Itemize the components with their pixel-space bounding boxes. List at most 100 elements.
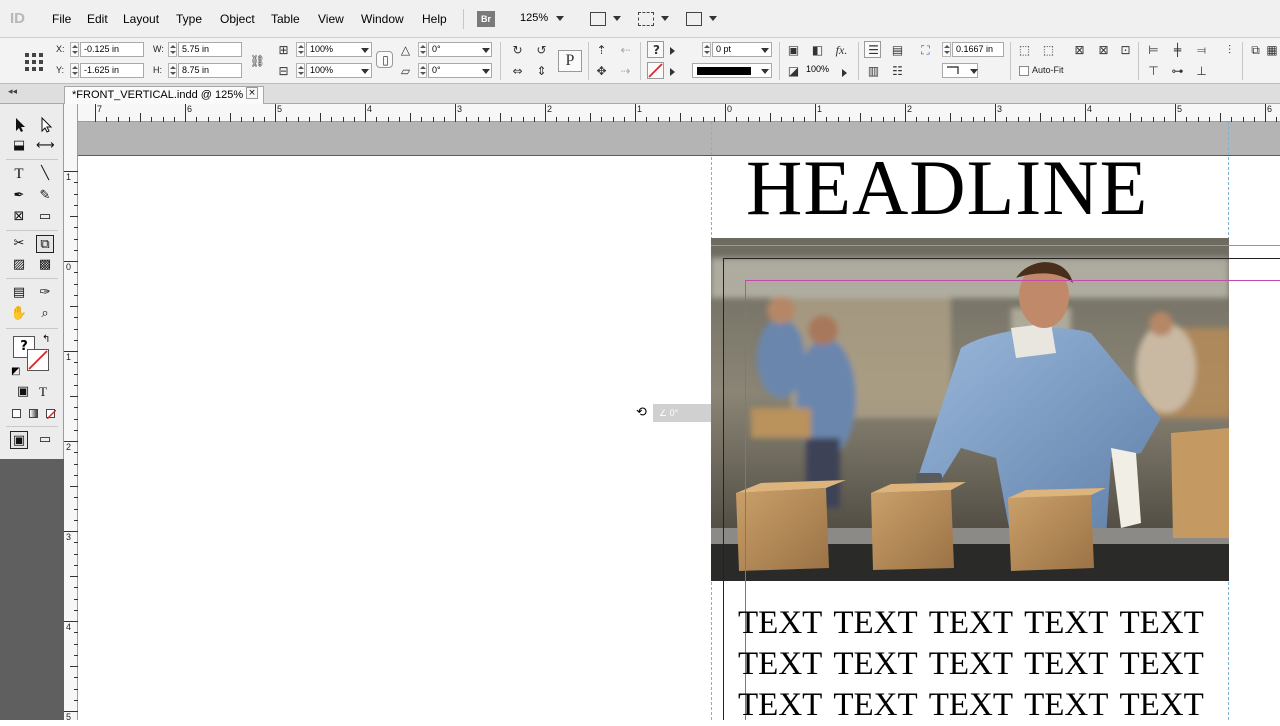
flip-horizontal-icon[interactable]: ⇔ (508, 62, 525, 79)
bridge-button[interactable]: Br (477, 11, 495, 27)
panel-menu-icon[interactable]: ▦ (1264, 41, 1278, 58)
stroke-weight-stepper[interactable] (702, 42, 711, 57)
scissors-icon[interactable]: ✂ (10, 235, 28, 253)
opacity-field[interactable]: 100% (803, 63, 841, 78)
apply-gradient-icon[interactable] (29, 409, 38, 418)
page-tool-icon[interactable]: ⬓ (10, 137, 28, 155)
horizontal-ruler[interactable]: 7 6 5 4 3 2 1 0 1 2 3 4 5 6 (78, 104, 1280, 122)
x-field[interactable]: -0.125 in (80, 42, 144, 57)
arrange-documents-icon[interactable] (686, 12, 702, 26)
w-field[interactable]: 5.75 in (178, 42, 242, 57)
align-left-edges-icon[interactable]: ⊨ (1144, 41, 1161, 58)
type-icon[interactable]: T (10, 165, 28, 183)
rotate-stepper[interactable] (418, 42, 427, 57)
hand-icon[interactable]: ✋ (10, 305, 28, 323)
direct-select-icon[interactable] (36, 116, 54, 134)
align-vertical-centers-icon[interactable]: ⊶ (1168, 62, 1185, 79)
view-options-icon[interactable] (590, 12, 606, 26)
x-stepper[interactable] (70, 42, 79, 57)
shear-stepper[interactable] (418, 63, 427, 78)
eyedropper-icon[interactable]: ✑ (36, 284, 54, 302)
menu-file[interactable]: File (52, 12, 71, 26)
select-container-icon[interactable]: ⇡ (592, 41, 609, 58)
fill-swatch-icon[interactable]: ? (647, 41, 664, 58)
stroke-swatch[interactable] (27, 349, 49, 371)
note-icon[interactable]: ▤ (10, 284, 28, 302)
text-wrap-jump-icon[interactable]: ☷ (888, 62, 905, 79)
zoom-dropdown-icon[interactable] (556, 16, 564, 21)
shear-dropdown-icon[interactable] (482, 69, 490, 74)
align-top-edges-icon[interactable]: ⊤ (1144, 62, 1161, 79)
menu-type[interactable]: Type (176, 12, 202, 26)
screen-mode-dropdown-icon[interactable] (661, 16, 669, 21)
free-transform-icon[interactable]: ⧉ (36, 235, 54, 253)
formatting-text-icon[interactable]: T (34, 383, 52, 401)
constrain-proportions-icon[interactable]: ⛓ (248, 52, 265, 69)
preview-mode-icon[interactable]: ▭ (36, 431, 54, 449)
rotate-cw-icon[interactable]: ↻ (508, 41, 525, 58)
menu-view[interactable]: View (318, 12, 344, 26)
pasteboard[interactable]: HEADLINE TEXT TEXT TEXT TEXT TEXT TEXT T… (78, 122, 1280, 723)
arrange-documents-dropdown-icon[interactable] (709, 16, 717, 21)
offset-stepper[interactable] (942, 42, 951, 57)
stroke-swatch-icon[interactable] (647, 62, 664, 79)
pen-icon[interactable]: ✒ (10, 187, 28, 205)
line-icon[interactable]: ╲ (36, 165, 54, 183)
align-right-edges-icon[interactable]: ⫤ (1192, 41, 1209, 58)
pencil-icon[interactable]: ✎ (36, 187, 54, 205)
center-content-icon[interactable]: ⊡ (1116, 41, 1133, 58)
distribute-icon[interactable]: ⫶ (1220, 41, 1237, 58)
rotate-ccw-icon[interactable]: ↺ (532, 41, 549, 58)
gradient-feather-icon[interactable]: ▩ (36, 256, 54, 274)
gap-tool-icon[interactable]: ⟷ (36, 137, 55, 155)
fx-icon[interactable]: fx. (832, 41, 849, 58)
zoom-level[interactable]: 125% (520, 12, 548, 24)
fit-content-proportionally-icon[interactable]: ⊠ (1094, 41, 1111, 58)
menu-layout[interactable]: Layout (123, 12, 159, 26)
menu-help[interactable]: Help (422, 12, 447, 26)
w-stepper[interactable] (168, 42, 177, 57)
close-tab-button[interactable]: × (246, 87, 258, 99)
align-bottom-edges-icon[interactable]: ⊥ (1192, 62, 1209, 79)
opacity-dropdown-icon[interactable] (842, 69, 847, 77)
menu-window[interactable]: Window (361, 12, 404, 26)
screen-mode-icon[interactable] (638, 12, 654, 26)
headline-text[interactable]: HEADLINE (746, 144, 1148, 232)
gradient-icon[interactable]: ▨ (10, 256, 28, 274)
quick-apply-icon[interactable]: ⧉ (1246, 41, 1263, 58)
drop-shadow-icon[interactable]: ▣ (784, 41, 801, 58)
rectangle-icon[interactable]: ▭ (36, 208, 54, 226)
text-wrap-shape-icon[interactable]: ▥ (864, 62, 881, 79)
scale-x-dropdown-icon[interactable] (361, 48, 369, 53)
fill-dropdown-icon[interactable] (670, 47, 675, 55)
stroke-dropdown-icon[interactable] (670, 68, 675, 76)
vertical-ruler[interactable]: 1 0 1 2 3 4 5 (64, 104, 78, 722)
fit-frame-to-content-icon[interactable]: ⬚ (1039, 41, 1056, 58)
zoom-icon[interactable]: ⌕ (36, 305, 54, 323)
corner-shape-dropdown-icon[interactable] (970, 69, 978, 74)
swap-fill-stroke-icon[interactable]: ↰ (42, 334, 50, 345)
menu-table[interactable]: Table (271, 12, 300, 26)
default-fill-stroke-icon[interactable]: ◩ (11, 366, 20, 377)
flip-vertical-icon[interactable]: ⇕ (532, 62, 549, 79)
collapse-panel-icon[interactable]: ◂◂ (8, 87, 17, 97)
scale-x-stepper[interactable] (296, 42, 305, 57)
text-wrap-bounding-icon[interactable]: ▤ (888, 41, 905, 58)
h-field[interactable]: 8.75 in (178, 63, 242, 78)
view-options-dropdown-icon[interactable] (613, 16, 621, 21)
rectangle-frame-icon[interactable]: ⊠ (10, 208, 28, 226)
h-stepper[interactable] (168, 63, 177, 78)
normal-view-icon[interactable]: ▣ (10, 431, 28, 449)
menu-object[interactable]: Object (220, 12, 255, 26)
text-wrap-none-icon[interactable]: ☰ (864, 41, 881, 58)
scale-y-stepper[interactable] (296, 63, 305, 78)
select-previous-icon[interactable]: ⇠ (616, 41, 633, 58)
reference-point-icon[interactable] (24, 52, 44, 72)
rotate-dropdown-icon[interactable] (482, 48, 490, 53)
constrain-scale-icon[interactable]: ▯ (376, 51, 393, 68)
effects-shadow-icon[interactable]: ◧ (808, 41, 825, 58)
fill-frame-proportionally-icon[interactable]: ⊠ (1070, 41, 1087, 58)
select-next-icon[interactable]: ⇢ (616, 62, 633, 79)
body-text-frame[interactable]: TEXT TEXT TEXT TEXT TEXT TEXT TEXT TEXT … (738, 603, 1218, 726)
menu-edit[interactable]: Edit (87, 12, 108, 26)
